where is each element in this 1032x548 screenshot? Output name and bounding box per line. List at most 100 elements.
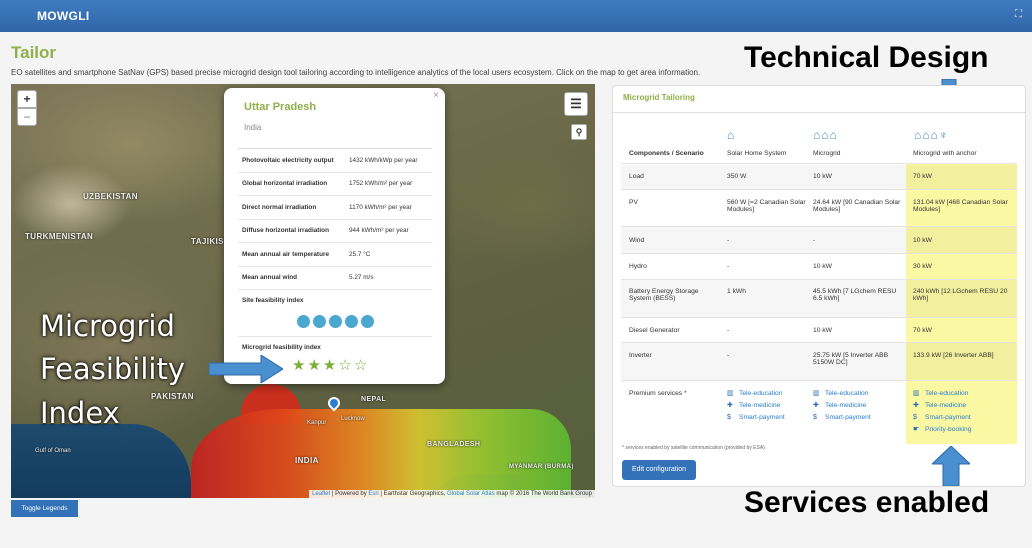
cell-solar-home-system: -	[727, 352, 730, 359]
star-empty-icon: ☆	[338, 357, 352, 374]
close-icon[interactable]: ×	[433, 90, 439, 101]
edit-configuration-button[interactable]: Edit configuration	[622, 460, 696, 480]
service-link[interactable]: $ Smart-payment	[913, 412, 1017, 424]
cell-microgrid-with-anchor: 30 kW	[913, 263, 932, 270]
services-footnote: * services enabled by satellite communic…	[622, 445, 765, 451]
houses-icon: ⌂⌂⌂	[813, 128, 838, 142]
map-label-india: INDIA	[295, 456, 319, 465]
service-link[interactable]: $ Smart-payment	[727, 412, 807, 424]
stat-label: Mean annual air temperature	[242, 250, 330, 258]
service-link[interactable]: ▥ Tele-education	[913, 388, 1017, 400]
area-info-popup: × Uttar Pradesh India Photovoltaic elect…	[224, 88, 445, 384]
service-label: Tele-medicine	[925, 402, 967, 409]
popup-region-name: Uttar Pradesh	[244, 101, 317, 113]
medkit-icon: ✚	[727, 402, 733, 409]
feasibility-dot	[297, 315, 310, 328]
page-title: Tailor	[11, 43, 57, 62]
site-feasibility-title: Site feasibility index	[242, 297, 304, 304]
attribution-text: | Earthstar Geographics,	[378, 491, 448, 497]
cell-microgrid-with-anchor: 133.9 kW [26 Inverter ABB]	[913, 352, 994, 359]
attribution-text: map © 2016 The World Bank Group	[494, 491, 592, 497]
service-link[interactable]: ✚ Tele-medicine	[813, 400, 907, 412]
service-link[interactable]: ☛ Priority-booking	[913, 424, 1017, 436]
service-label: Priority-booking	[925, 426, 972, 433]
stat-row: Mean annual air temperature 25.7 °C	[238, 243, 432, 267]
cell-microgrid: 10 kW	[813, 263, 832, 270]
pointing-hand-icon: ☛	[913, 426, 920, 433]
feasibility-dot	[313, 315, 326, 328]
map-label-uzbekistan: UZBEKISTAN	[83, 192, 138, 201]
cell-microgrid: 25.75 kW [5 Inverter ABB 5150W DC]	[813, 352, 889, 366]
divider	[238, 336, 432, 337]
table-row: Inverter - 25.75 kW [5 Inverter ABB 5150…	[621, 343, 1017, 381]
book-icon: ▥	[913, 390, 920, 397]
cell-solar-home-system: 1 kWh	[727, 288, 746, 295]
toggle-legends-button[interactable]: Toggle Legends	[11, 500, 78, 517]
callout-services-enabled: Services enabled	[744, 486, 990, 519]
callout-feasibility-line3: Index	[40, 396, 120, 430]
search-icon: ⚲	[575, 127, 583, 137]
callout-feasibility-line2: Feasibility	[40, 352, 185, 386]
service-link[interactable]: $ Smart-payment	[813, 412, 907, 424]
service-label: Smart-payment	[925, 414, 971, 421]
zoom-in-button[interactable]: +	[17, 90, 37, 108]
cell-microgrid: 10 kW	[813, 327, 832, 334]
stat-label: Direct normal irradiation	[242, 203, 317, 211]
layers-button[interactable]: ☰	[564, 92, 588, 116]
houses-with-tower-icon: ⌂⌂⌂♆	[914, 128, 949, 142]
medkit-icon: ✚	[813, 402, 819, 409]
cell-microgrid: 45.5 kWh [7 LGchem RESU 6.5 kWh]	[813, 288, 897, 302]
arrow-up-icon	[932, 446, 970, 486]
page-description: EO satellites and smartphone SatNav (GPS…	[11, 68, 701, 77]
attribution-text: | Powered by	[330, 491, 369, 497]
zoom-out-button[interactable]: −	[17, 108, 37, 126]
service-link[interactable]: ✚ Tele-medicine	[727, 400, 807, 412]
row-label: Premium services *	[629, 390, 687, 397]
callout-feasibility-line1: Microgrid	[40, 309, 175, 343]
stat-row: Global horizontal irradiation 1752 kWh/m²…	[238, 173, 432, 196]
site-feasibility-dots	[297, 315, 374, 328]
arrow-right-icon	[209, 355, 283, 383]
map-search-button[interactable]: ⚲	[571, 124, 587, 140]
row-label: Wind	[629, 237, 645, 244]
table-row: Load 350 W 10 kW 70 kW	[621, 165, 1017, 190]
stat-value: 1432 kWh/kWp per year	[349, 156, 418, 164]
premium-services-row: Premium services * ▥ Tele-education ✚ Tele…	[621, 381, 1017, 439]
service-label: Tele-education	[825, 390, 869, 397]
map-label-gulf-of-oman: Gulf of Oman	[35, 448, 71, 454]
stat-label: Diffuse horizontal irradiation	[242, 227, 329, 235]
stat-value: 5.27 m/s	[349, 274, 374, 282]
cell-solar-home-system: -	[727, 327, 730, 334]
callout-technical-design: Technical Design	[744, 41, 989, 74]
popup-country-name: India	[244, 123, 262, 132]
map-label-turkmenistan: TURKMENISTAN	[25, 232, 94, 241]
cell-microgrid: -	[813, 237, 816, 244]
cell-solar-home-system: -	[727, 237, 730, 244]
esri-link[interactable]: Esri	[368, 491, 378, 497]
row-label: Hydro	[629, 263, 647, 270]
stat-row: Photovoltaic electricity output 1432 kWh/…	[238, 149, 432, 173]
cell-microgrid: 24.64 kW [90 Canadian Solar Modules]	[813, 199, 901, 213]
brand-logo[interactable]: MOWGLI	[37, 9, 89, 23]
expand-icon[interactable]: ⛶	[1015, 9, 1022, 20]
table-row: Wind - - 10 kW	[621, 227, 1017, 254]
service-link[interactable]: ▥ Tele-education	[813, 388, 907, 400]
service-label: Smart-payment	[825, 414, 871, 421]
house-icon: ⌂	[727, 128, 736, 142]
cell-solar-home-system: 560 W [=2 Canadian Solar Modules]	[727, 199, 806, 213]
stat-row: Direct normal irradiation 1170 kWh/m² per…	[238, 196, 432, 220]
global-solar-atlas-link[interactable]: Global Solar Atlas	[447, 491, 495, 497]
service-label: Tele-medicine	[739, 402, 781, 409]
book-icon: ▥	[727, 390, 734, 397]
map-label-bangladesh: BANGLADESH	[427, 441, 481, 448]
panel-title: Microgrid Tailoring	[623, 93, 695, 102]
feasibility-dot	[361, 315, 374, 328]
row-label: PV	[629, 199, 638, 206]
star-filled-icon: ★	[307, 357, 321, 374]
feasibility-dot	[345, 315, 358, 328]
service-link[interactable]: ▥ Tele-education	[727, 388, 807, 400]
header-microgrid: Microgrid	[813, 150, 841, 157]
service-link[interactable]: ✚ Tele-medicine	[913, 400, 1017, 412]
leaflet-link[interactable]: Leaflet	[312, 491, 330, 497]
row-label: Battery Energy Storage System (BESS)	[629, 288, 699, 302]
